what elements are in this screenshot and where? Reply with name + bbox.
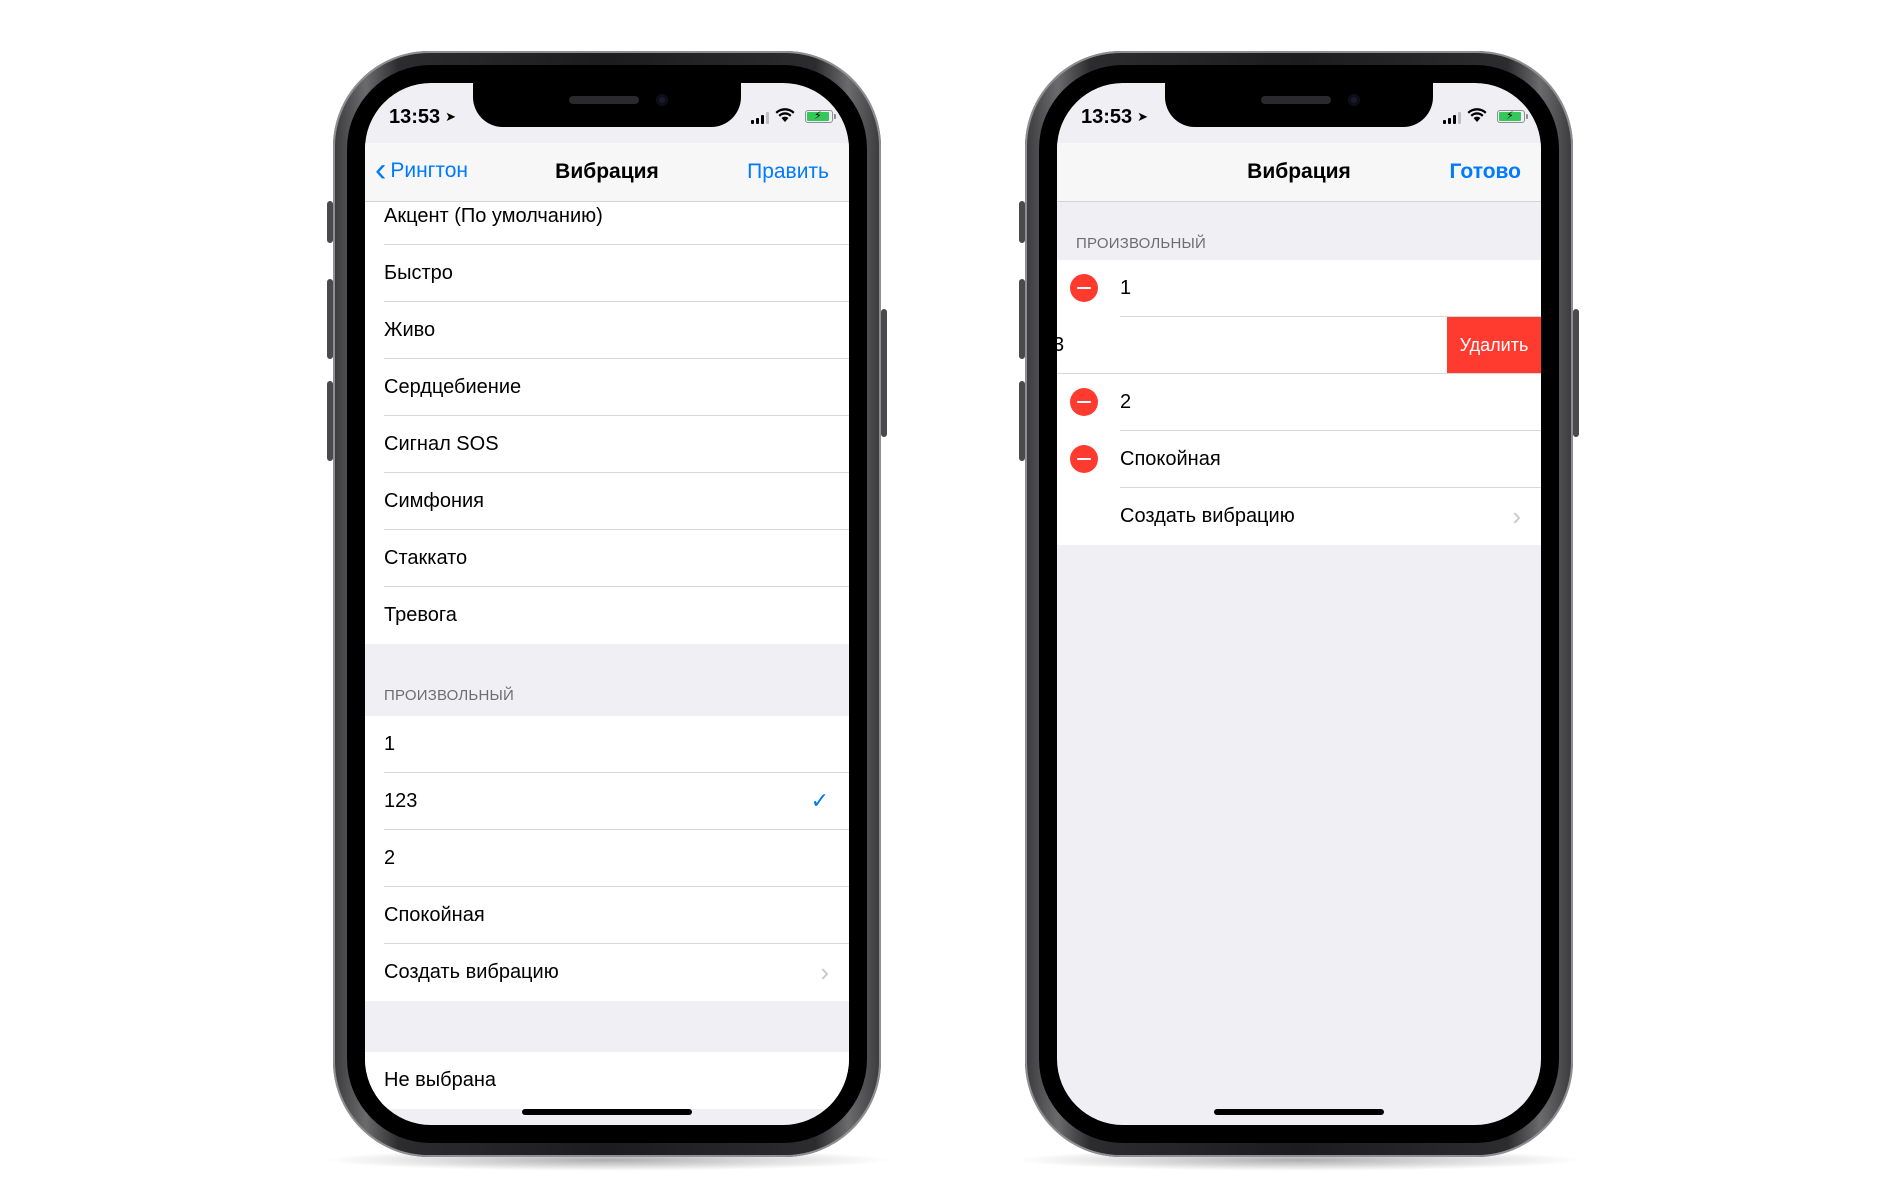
- list-item[interactable]: Стаккато: [365, 530, 849, 587]
- navigation-bar: Вибрация Готово: [1057, 143, 1541, 202]
- location-arrow-icon: ➤: [1137, 109, 1149, 124]
- checkmark-icon: ✓: [810, 788, 829, 813]
- standard-vibrations-group: Акцент (По умолчанию) Быстро Живо Сердце…: [365, 188, 849, 644]
- front-camera: [1348, 94, 1360, 106]
- battery-icon: ⚡: [805, 110, 836, 123]
- remove-circle-icon[interactable]: [1070, 274, 1098, 302]
- chevron-right-icon: ›: [820, 957, 829, 987]
- list-item[interactable]: Сигнал SOS: [365, 416, 849, 473]
- edit-button[interactable]: Править: [747, 160, 829, 184]
- done-button[interactable]: Готово: [1450, 160, 1521, 184]
- list-item-swiped[interactable]: 3 Удалить: [1057, 317, 1541, 374]
- phone-right: 13:53 ➤ ⚡ Вибрация Готово ПРОИЗВОЛЬНЫЙ 1…: [1013, 51, 1585, 1171]
- notch: [1165, 83, 1433, 127]
- remove-circle-icon[interactable]: [1070, 388, 1098, 416]
- navigation-bar: ‹ Рингтон Вибрация Править: [365, 143, 849, 202]
- wifi-icon: [775, 108, 795, 122]
- list-item[interactable]: 2: [365, 830, 849, 887]
- list-item[interactable]: Сердцебиение: [365, 359, 849, 416]
- side-button: [1573, 309, 1579, 437]
- list-item[interactable]: Быстро: [365, 245, 849, 302]
- none-group: Не выбрана: [365, 1052, 849, 1109]
- list-item-edit[interactable]: 2: [1057, 374, 1541, 431]
- list-item[interactable]: Тревога: [365, 587, 849, 644]
- remove-circle-icon[interactable]: [1070, 445, 1098, 473]
- home-indicator[interactable]: [522, 1109, 692, 1115]
- custom-vibrations-group: 1 123 ✓ 2 Спокойная Создать вибрацию ›: [365, 716, 849, 1001]
- side-button: [881, 309, 887, 437]
- vibration-edit-list: ПРОИЗВОЛЬНЫЙ 1 3 Удалить 2 Спокойная Соз…: [1057, 202, 1541, 1125]
- location-arrow-icon: ➤: [445, 109, 457, 124]
- screen-left: 13:53 ➤ ⚡ ‹ Рингтон Вибрация Править Акц…: [365, 83, 849, 1125]
- wifi-icon: [1467, 108, 1487, 122]
- front-camera: [656, 94, 668, 106]
- phone-left: 13:53 ➤ ⚡ ‹ Рингтон Вибрация Править Акц…: [321, 51, 893, 1171]
- create-vibration-row[interactable]: Создать вибрацию ›: [365, 944, 849, 1001]
- list-item-selected[interactable]: 123 ✓: [365, 773, 849, 830]
- delete-button[interactable]: Удалить: [1447, 317, 1541, 374]
- speaker-grille: [569, 96, 639, 104]
- custom-vibrations-group: 1 3 Удалить 2 Спокойная Создать вибрацию: [1057, 260, 1541, 545]
- chevron-right-icon: ›: [1512, 501, 1521, 531]
- status-time: 13:53 ➤: [389, 106, 457, 128]
- list-item[interactable]: Симфония: [365, 473, 849, 530]
- list-item[interactable]: Живо: [365, 302, 849, 359]
- status-time: 13:53 ➤: [1081, 106, 1149, 128]
- speaker-grille: [1261, 96, 1331, 104]
- list-item-edit[interactable]: Спокойная: [1057, 431, 1541, 488]
- notch: [473, 83, 741, 127]
- list-item[interactable]: Спокойная: [365, 887, 849, 944]
- list-item[interactable]: 1: [365, 716, 849, 773]
- section-header-custom: ПРОИЗВОЛЬНЫЙ: [1076, 235, 1206, 252]
- screen-right: 13:53 ➤ ⚡ Вибрация Готово ПРОИЗВОЛЬНЫЙ 1…: [1057, 83, 1541, 1125]
- home-indicator[interactable]: [1214, 1109, 1384, 1115]
- section-header-custom: ПРОИЗВОЛЬНЫЙ: [384, 687, 514, 704]
- battery-icon: ⚡: [1497, 110, 1528, 123]
- list-item-none[interactable]: Не выбрана: [365, 1052, 849, 1109]
- vibration-list: Акцент (По умолчанию) Быстро Живо Сердце…: [365, 188, 849, 1125]
- cellular-signal-icon: [1443, 111, 1461, 124]
- list-item-edit[interactable]: 1: [1057, 260, 1541, 317]
- create-vibration-row[interactable]: Создать вибрацию ›: [1057, 488, 1541, 545]
- cellular-signal-icon: [751, 111, 769, 124]
